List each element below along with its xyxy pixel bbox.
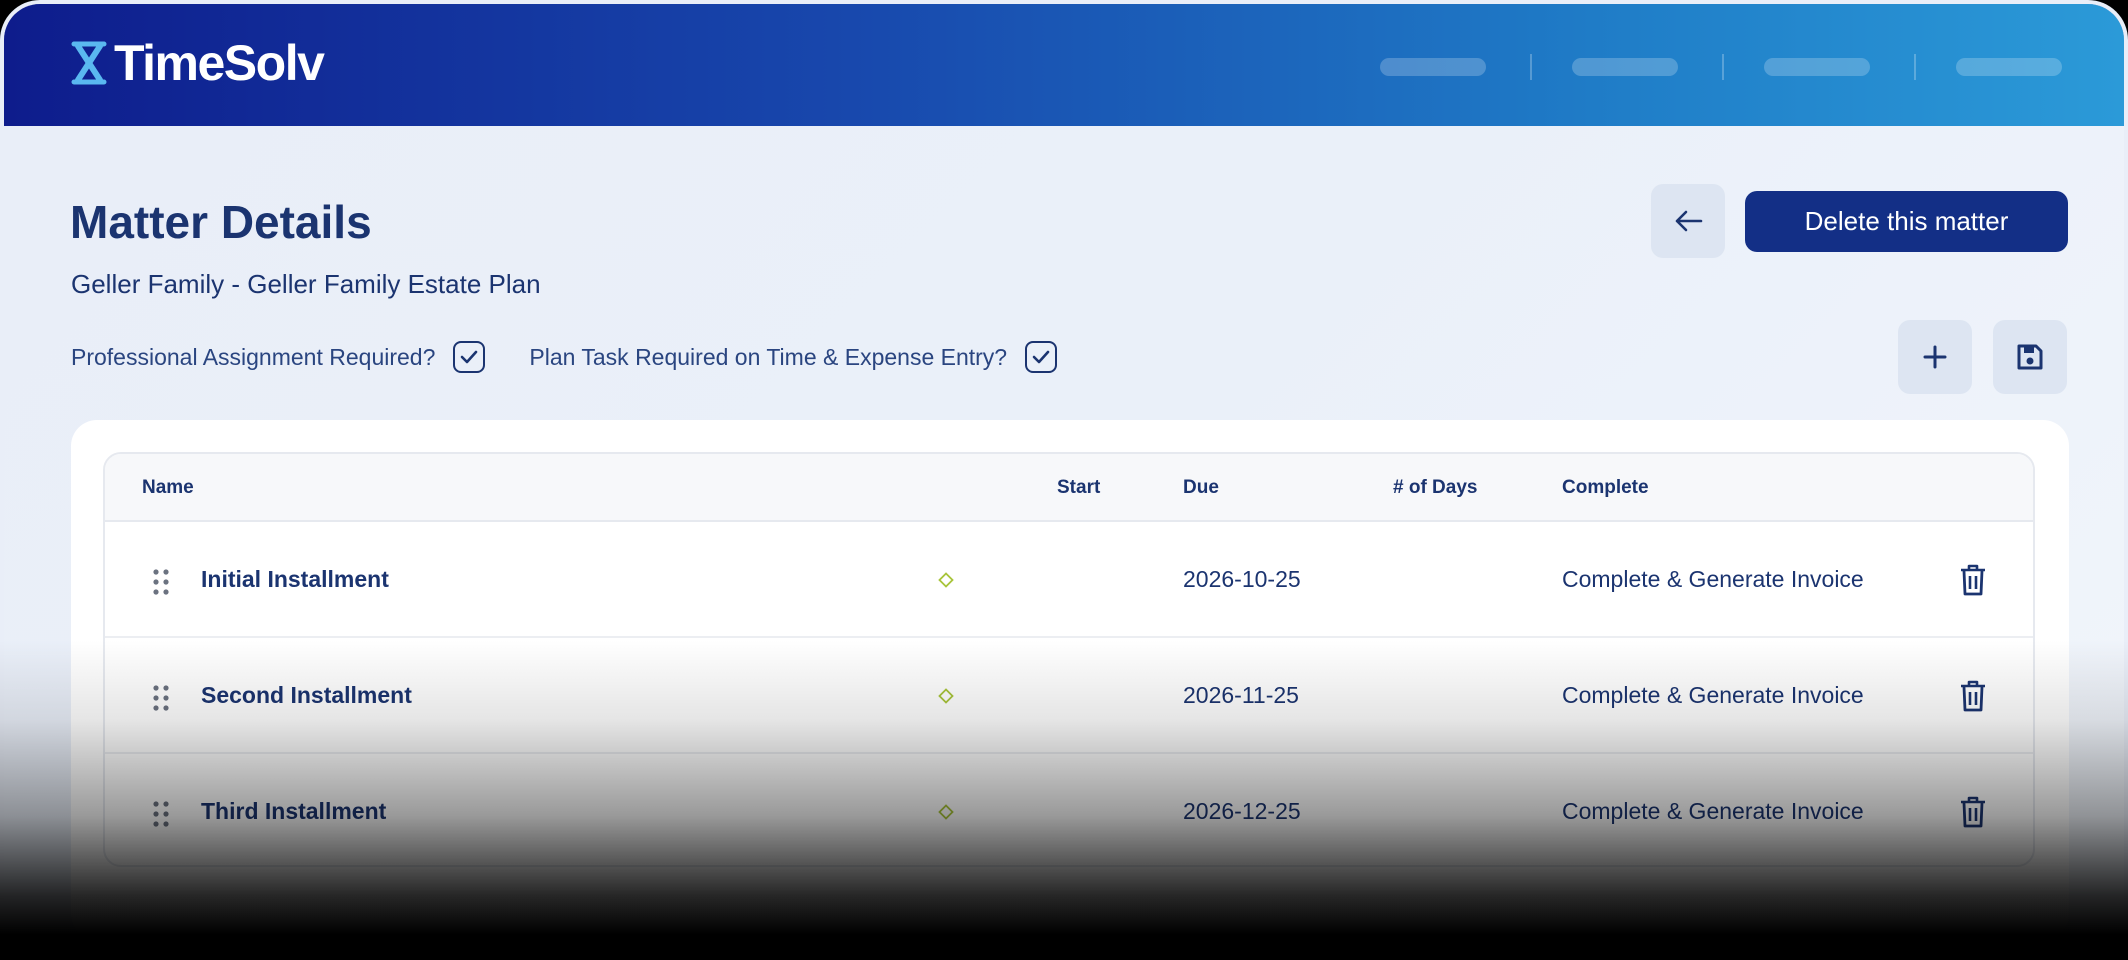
- app: TimeSolv Matter Details Geller Family - …: [4, 4, 2124, 960]
- nav-divider: [1722, 54, 1724, 80]
- professional-assignment-label: Professional Assignment Required?: [71, 343, 436, 370]
- task-due[interactable]: 2026-12-25: [1183, 798, 1301, 825]
- table-row[interactable]: Third Installment 2026-12-25 Complete & …: [105, 754, 2033, 865]
- save-button[interactable]: [1993, 320, 2067, 394]
- column-header-name[interactable]: Name: [142, 477, 194, 499]
- nav-divider: [1914, 54, 1916, 80]
- nav-item-3[interactable]: [1764, 58, 1870, 76]
- diamond-icon: [938, 804, 954, 820]
- add-task-button[interactable]: [1898, 320, 1972, 394]
- trash-icon[interactable]: [1960, 680, 1986, 712]
- page-title-light: Matter: [70, 196, 221, 248]
- arrow-left-icon: [1675, 210, 1703, 232]
- drag-handle-icon[interactable]: [151, 568, 171, 596]
- table-row[interactable]: Initial Installment 2026-10-25 Complete …: [105, 522, 2033, 638]
- matter-subtitle: Geller Family - Geller Family Estate Pla…: [71, 269, 541, 299]
- column-header-due[interactable]: Due: [1183, 477, 1219, 499]
- top-nav: [1380, 54, 2062, 80]
- table-header: Name Start Due # of Days Complete: [105, 454, 2033, 522]
- checkmark-icon: [461, 350, 478, 364]
- window-frame: TimeSolv Matter Details Geller Family - …: [0, 0, 2128, 960]
- nav-item-4[interactable]: [1956, 58, 2062, 76]
- top-header: TimeSolv: [4, 4, 2124, 126]
- drag-handle-icon[interactable]: [151, 684, 171, 712]
- column-header-start[interactable]: Start: [1057, 477, 1100, 499]
- nav-item-1[interactable]: [1380, 58, 1486, 76]
- save-icon: [2017, 344, 2043, 370]
- task-complete-action[interactable]: Complete & Generate Invoice: [1562, 682, 1864, 709]
- checkmark-icon: [1032, 350, 1050, 364]
- logo-text: TimeSolv: [114, 35, 325, 91]
- task-name[interactable]: Initial Installment: [201, 566, 389, 593]
- tasks-table: Name Start Due # of Days Complete Initia…: [103, 452, 2035, 867]
- task-name[interactable]: Second Installment: [201, 682, 412, 709]
- task-complete-action[interactable]: Complete & Generate Invoice: [1562, 566, 1864, 593]
- diamond-icon: [938, 572, 954, 588]
- matter-options: Professional Assignment Required? Plan T…: [71, 339, 1101, 375]
- professional-assignment-checkbox[interactable]: [453, 341, 486, 373]
- nav-item-2[interactable]: [1572, 58, 1678, 76]
- diamond-icon: [938, 688, 954, 704]
- back-button[interactable]: [1651, 184, 1725, 258]
- trash-icon[interactable]: [1960, 796, 1986, 828]
- tasks-card: Name Start Due # of Days Complete Initia…: [71, 420, 2069, 940]
- drag-handle-icon[interactable]: [151, 800, 171, 828]
- task-complete-action[interactable]: Complete & Generate Invoice: [1562, 798, 1864, 825]
- task-name[interactable]: Third Installment: [201, 798, 386, 825]
- delete-matter-button[interactable]: Delete this matter: [1745, 191, 2068, 252]
- table-row[interactable]: Second Installment 2026-11-25 Complete &…: [105, 638, 2033, 754]
- plus-icon: [1923, 345, 1947, 369]
- column-header-complete[interactable]: Complete: [1562, 477, 1649, 499]
- logo[interactable]: TimeSolv: [70, 35, 325, 91]
- nav-divider: [1530, 54, 1532, 80]
- trash-icon[interactable]: [1960, 564, 1986, 596]
- page-title: Matter Details: [70, 194, 372, 250]
- page-title-bold: Details: [220, 196, 372, 248]
- column-header-days[interactable]: # of Days: [1393, 477, 1477, 499]
- task-due[interactable]: 2026-10-25: [1183, 566, 1301, 593]
- plan-task-label: Plan Task Required on Time & Expense Ent…: [529, 343, 1008, 370]
- plan-task-checkbox[interactable]: [1025, 341, 1058, 373]
- task-due[interactable]: 2026-11-25: [1183, 682, 1299, 709]
- hourglass-logo-icon: [71, 41, 107, 85]
